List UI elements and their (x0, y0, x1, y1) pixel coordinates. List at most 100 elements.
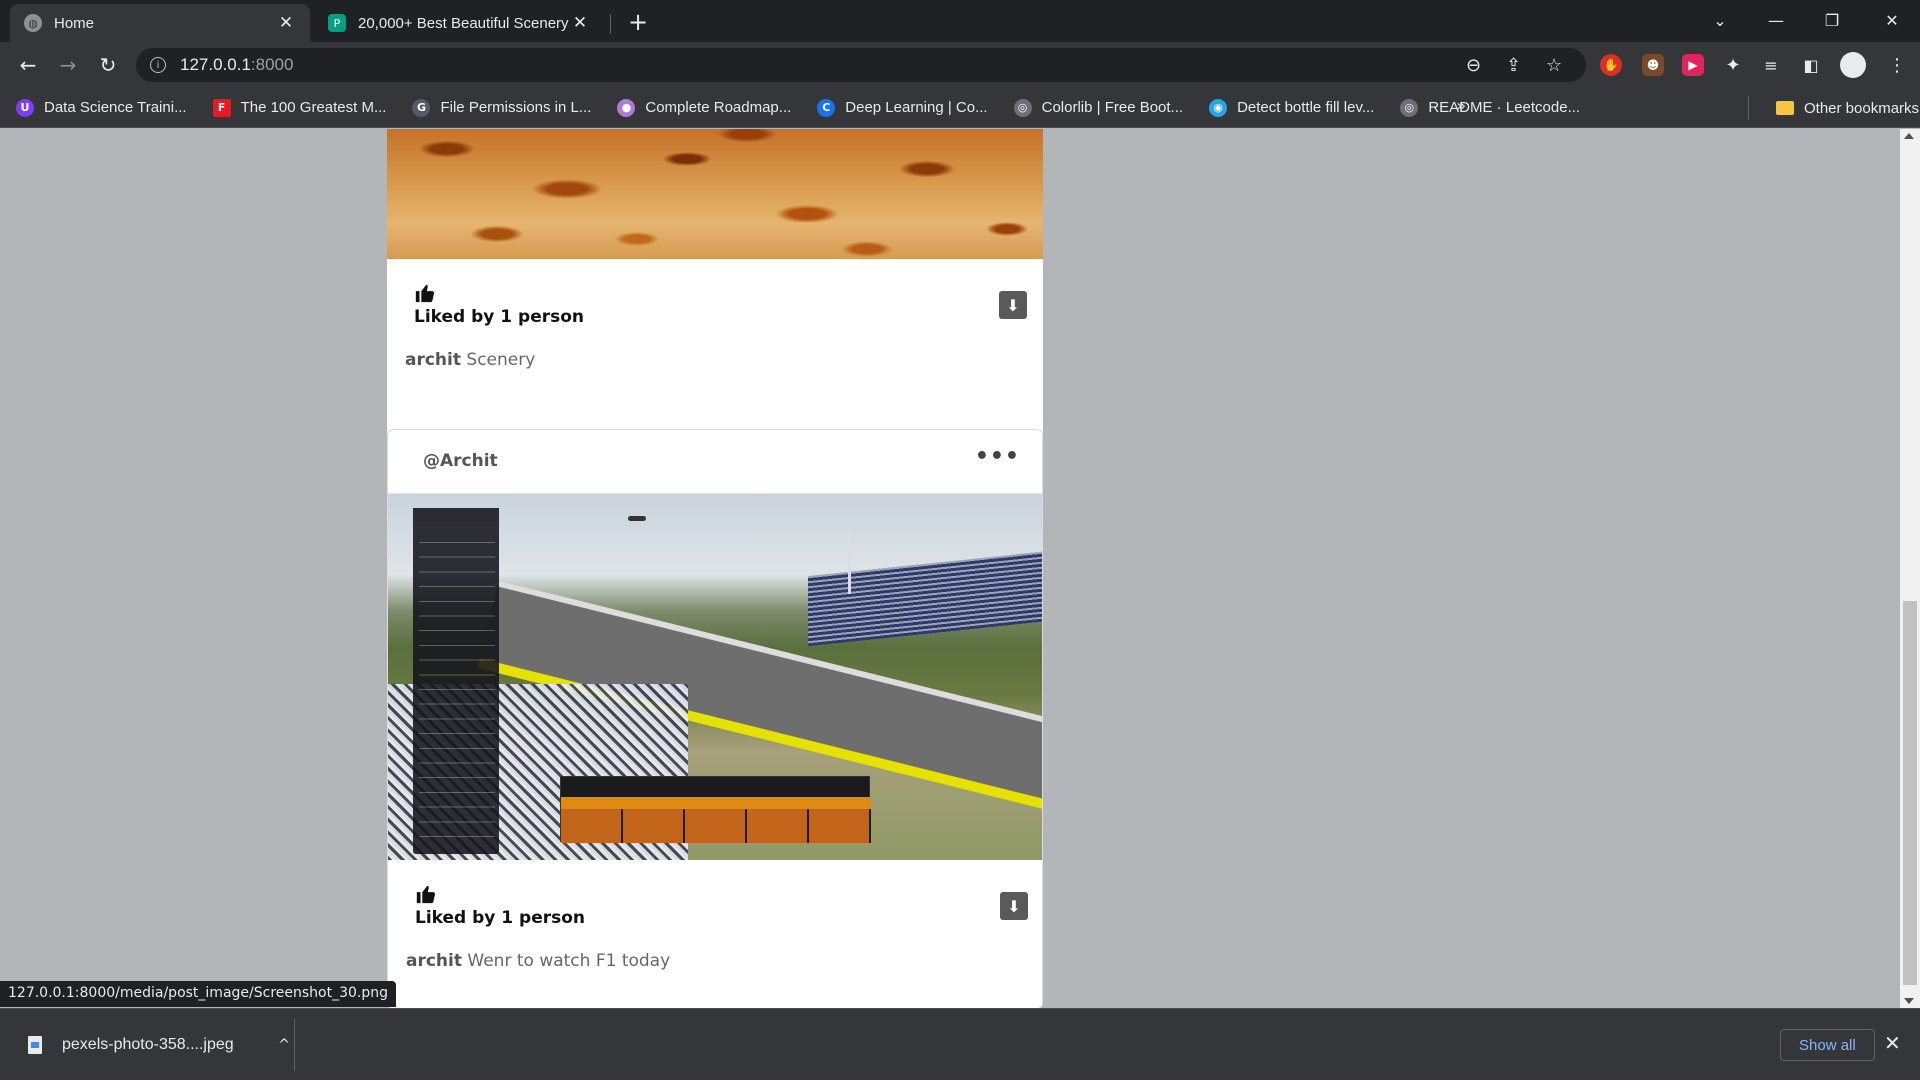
bookmark-star-icon[interactable]: ☆ (1546, 48, 1562, 82)
bookmark-item[interactable]: F The 100 Greatest M... (203, 93, 397, 123)
back-button[interactable]: ← (12, 49, 44, 81)
post-image-f1-race[interactable] (388, 494, 1042, 860)
f1-logo-icon (413, 508, 499, 526)
bookmark-favicon-icon: ● (617, 98, 636, 117)
tab-title: Home (54, 14, 95, 32)
post-username[interactable]: @Archit (423, 451, 498, 471)
tab-home[interactable]: ◍ Home ✕ (10, 4, 310, 42)
profile-avatar[interactable] (1840, 52, 1866, 78)
folder-icon (1776, 101, 1794, 115)
bookmark-favicon-icon: ◎ (1013, 98, 1032, 117)
show-all-button[interactable]: Show all (1780, 1029, 1875, 1061)
extension-badge-icon[interactable]: ☻ (1642, 54, 1664, 76)
tab-divider (610, 14, 611, 34)
bookmark-favicon-icon: ◉ (1209, 98, 1228, 117)
side-panel-icon[interactable]: ◧ (1800, 54, 1822, 76)
leaderboard-rows-graphic (419, 542, 495, 842)
page-viewport: Liked by 1 person ⬇ archit Scenery @Arch… (0, 129, 1900, 1008)
download-shelf: pexels-photo-358....jpeg ^ Show all ✕ (0, 1008, 1920, 1080)
likes-count: Liked by 1 person (415, 908, 586, 928)
download-button[interactable]: ⬇ (999, 291, 1027, 319)
restore-button[interactable]: ❐ (1804, 0, 1860, 40)
bookmark-label: Detect bottle fill lev... (1237, 99, 1375, 116)
scroll-down-icon[interactable] (1904, 998, 1914, 1004)
bookmark-label: Data Science Traini... (44, 99, 187, 116)
post-image-autumn-leaves[interactable] (387, 129, 1043, 259)
adblock-extension-icon[interactable]: ✋ (1600, 54, 1622, 76)
likes-count: Liked by 1 person (414, 307, 585, 327)
bookmark-label: Colorlib | Free Boot... (1041, 99, 1184, 116)
bookmark-favicon-icon: C (817, 98, 836, 117)
bookmark-label: Complete Roadmap... (645, 99, 792, 116)
bookmark-item[interactable]: ◎ README · Leetcode... (1390, 93, 1590, 123)
bookmark-item[interactable]: ● Complete Roadmap... (607, 93, 801, 123)
bookmark-item[interactable]: ◎ Colorlib | Free Boot... (1004, 93, 1193, 123)
tab-scenery[interactable]: P 20,000+ Best Beautiful Scenery P ✕ (314, 4, 604, 42)
media-controls-icon[interactable]: ≡ (1760, 54, 1782, 76)
grandstand-graphic (808, 551, 1042, 647)
reload-button[interactable]: ↻ (92, 49, 124, 81)
close-shelf-icon[interactable]: ✕ (1884, 1031, 1901, 1055)
caption-text: Wenr to watch F1 today (467, 951, 671, 971)
post-card: @Archit ••• Liked by 1 person ⬇ archit W… (387, 429, 1043, 1008)
bookmark-item[interactable]: U Data Science Traini... (6, 93, 197, 123)
bookmark-label: File Permissions in L... (440, 99, 592, 116)
minimize-button[interactable]: — (1748, 0, 1804, 40)
caption-text: Scenery (466, 350, 536, 370)
like-thumbs-up-icon[interactable] (414, 282, 436, 304)
address-bar[interactable]: i 127.0.0.1:8000 ⊖ ⇪ ☆ (136, 48, 1586, 82)
new-tab-button[interactable]: + (624, 8, 652, 36)
browser-toolbar: ← → ↻ i 127.0.0.1:8000 ⊖ ⇪ ☆ ✋ ☻ ▶ ✦ ≡ ◧… (0, 42, 1920, 88)
tab-close-icon[interactable]: ✕ (570, 13, 590, 33)
url-port: :8000 (250, 55, 294, 74)
bookmark-label: Deep Learning | Co... (845, 99, 988, 116)
tab-close-icon[interactable]: ✕ (276, 13, 296, 33)
car-performance-graphic (560, 776, 871, 843)
download-file-name: pexels-photo-358....jpeg (62, 1036, 234, 1053)
post-caption: archit Wenr to watch F1 today (406, 951, 670, 971)
other-bookmarks-folder[interactable]: Other bookmarks (1766, 93, 1920, 123)
scroll-up-icon[interactable] (1904, 133, 1914, 139)
post-header: @Archit ••• (388, 430, 1042, 494)
forward-button[interactable]: → (52, 49, 84, 81)
bookmark-label: The 100 Greatest M... (240, 99, 387, 116)
extensions-puzzle-icon[interactable]: ✦ (1722, 54, 1744, 76)
tab-strip: ◍ Home ✕ P 20,000+ Best Beautiful Scener… (0, 0, 1920, 42)
image-file-icon (28, 1036, 42, 1054)
post-actions: Liked by 1 person ⬇ archit Scenery (387, 259, 1043, 379)
chevron-up-icon[interactable]: ^ (278, 1037, 290, 1053)
close-window-button[interactable]: ✕ (1864, 0, 1920, 40)
other-bookmarks-label: Other bookmarks (1804, 99, 1920, 117)
bookmarks-overflow-icon[interactable]: » (1456, 96, 1466, 115)
link-status-bubble: 127.0.0.1:8000/media/post_image/Screensh… (0, 981, 397, 1007)
caption-author[interactable]: archit (405, 350, 461, 370)
download-item[interactable]: pexels-photo-358....jpeg ^ (14, 1019, 294, 1071)
site-info-icon[interactable]: i (150, 57, 166, 73)
leaderboard-graphic (413, 508, 499, 854)
pexels-icon: P (328, 14, 346, 32)
driver-cells-graphic (561, 809, 871, 843)
video-extension-icon[interactable]: ▶ (1682, 54, 1704, 76)
globe-icon: ◍ (24, 14, 42, 32)
bookmarks-divider (1748, 96, 1749, 120)
share-icon[interactable]: ⇪ (1506, 48, 1521, 82)
tab-search-icon[interactable]: ⌄ (1692, 0, 1748, 40)
scroll-thumb[interactable] (1903, 601, 1917, 985)
zoom-icon[interactable]: ⊖ (1466, 48, 1481, 82)
tab-title: 20,000+ Best Beautiful Scenery P (358, 14, 570, 32)
more-options-button[interactable]: ••• (975, 444, 1020, 469)
post-caption: archit Scenery (405, 350, 535, 370)
bookmark-item[interactable]: C Deep Learning | Co... (807, 93, 997, 123)
bookmark-favicon-icon: ◎ (1400, 98, 1419, 117)
caption-author[interactable]: archit (406, 951, 462, 971)
bookmark-item[interactable]: G File Permissions in L... (402, 93, 601, 123)
bookmark-label: README · Leetcode... (1428, 99, 1581, 116)
helicopter-graphic (628, 516, 646, 521)
like-thumbs-up-icon[interactable] (415, 883, 437, 905)
bookmark-item[interactable]: ◉ Detect bottle fill lev... (1199, 93, 1384, 123)
bookmark-favicon-icon: F (212, 98, 231, 117)
page-scrollbar[interactable] (1900, 129, 1920, 1008)
chrome-menu-icon[interactable]: ⋮ (1886, 54, 1908, 76)
download-button[interactable]: ⬇ (1000, 892, 1028, 920)
bookmark-favicon-icon: U (16, 98, 34, 117)
